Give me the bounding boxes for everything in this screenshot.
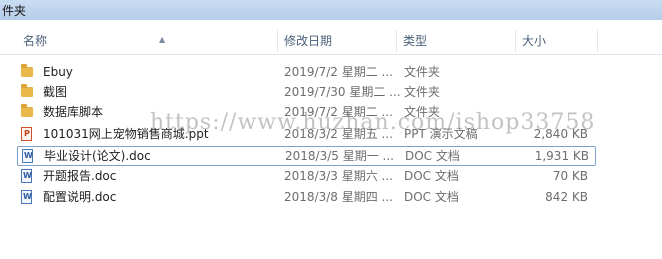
- file-type: DOC 文档: [404, 190, 459, 204]
- column-header-name-label: 名称: [23, 34, 48, 48]
- file-date: 2019/7/2 星期二 ...: [284, 65, 393, 79]
- file-size: 1,931 KB: [534, 149, 589, 163]
- file-date: 2018/3/8 星期四 ...: [284, 190, 393, 204]
- sort-ascending-icon: ▲: [159, 35, 166, 44]
- file-date: 2018/3/3 星期六 ...: [284, 169, 393, 183]
- column-header-size-label: 大小: [522, 34, 547, 48]
- file-name: 毕业设计(论文).doc: [44, 149, 151, 163]
- column-divider[interactable]: [597, 30, 598, 52]
- file-type: 文件夹: [404, 65, 441, 79]
- ppt-icon: [21, 127, 35, 141]
- watermark-text: https://www.huzhan.com/ishop33758: [150, 110, 596, 135]
- file-row[interactable]: 开题报告.doc 2018/3/3 星期六 ... DOC 文档 70 KB: [17, 166, 594, 186]
- file-name: 数据库脚本: [43, 105, 104, 119]
- file-row[interactable]: Ebuy 2019/7/2 星期二 ... 文件夹: [17, 62, 594, 82]
- doc-icon: [22, 149, 36, 163]
- file-name: 开题报告.doc: [43, 169, 117, 183]
- file-size: 70 KB: [552, 169, 588, 183]
- doc-icon: [21, 190, 35, 204]
- column-header-row: 名称 ▲ 修改日期 类型 大小: [0, 28, 662, 55]
- file-type: DOC 文档: [405, 149, 460, 163]
- file-date: 2019/7/30 星期二 ...: [284, 85, 401, 99]
- window-title: 件夹: [2, 4, 27, 18]
- file-row-selected[interactable]: 毕业设计(论文).doc 2018/3/5 星期一 ... DOC 文档 1,9…: [17, 146, 596, 166]
- column-header-date-label: 修改日期: [284, 34, 333, 48]
- folder-icon: [21, 104, 35, 119]
- window-title-bar: 件夹: [0, 0, 662, 20]
- folder-icon: [21, 84, 35, 99]
- file-row[interactable]: 截图 2019/7/30 星期二 ... 文件夹: [17, 82, 594, 102]
- column-header-name[interactable]: 名称 ▲: [17, 28, 275, 54]
- column-header-type-label: 类型: [403, 34, 428, 48]
- file-type: DOC 文档: [404, 169, 459, 183]
- file-name: 截图: [43, 85, 68, 99]
- column-header-type[interactable]: 类型: [397, 28, 514, 54]
- file-type: 文件夹: [404, 85, 441, 99]
- column-header-size[interactable]: 大小: [516, 28, 596, 54]
- file-size: 842 KB: [545, 190, 588, 204]
- file-row[interactable]: 配置说明.doc 2018/3/8 星期四 ... DOC 文档 842 KB: [17, 187, 594, 207]
- column-header-date[interactable]: 修改日期: [278, 28, 395, 54]
- file-date: 2018/3/5 星期一 ...: [285, 149, 394, 163]
- file-name: Ebuy: [43, 65, 73, 79]
- folder-icon: [21, 64, 35, 79]
- file-name: 配置说明.doc: [43, 190, 117, 204]
- doc-icon: [21, 169, 35, 183]
